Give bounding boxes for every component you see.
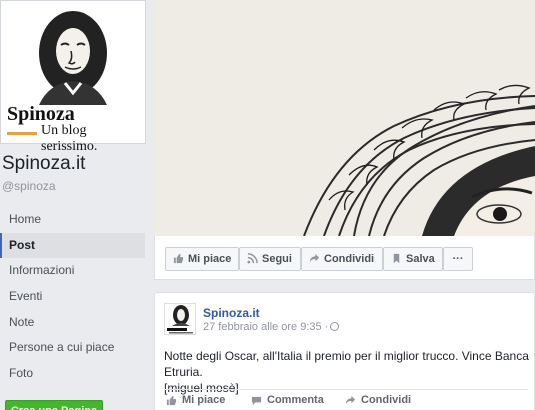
rss-icon	[247, 253, 258, 264]
post-comment-label: Commenta	[267, 394, 324, 406]
post-share-button[interactable]: Condividi	[345, 394, 411, 406]
follow-label: Segui	[262, 253, 292, 265]
more-options-button[interactable]: ···	[443, 247, 473, 271]
nav-item-likes[interactable]: Persone a cui piace	[0, 335, 145, 361]
share-page-button[interactable]: Condividi	[301, 247, 383, 271]
like-page-button[interactable]: Mi piace	[165, 247, 239, 271]
nav-item-photos[interactable]: Foto	[0, 361, 145, 387]
post-text-line: Notte degli Oscar, all'Italia il premio …	[164, 349, 529, 379]
save-button[interactable]: Salva	[383, 247, 443, 271]
post-like-label: Mi piace	[182, 394, 226, 406]
logo-tagline: Un blog serissimo.	[41, 123, 98, 154]
follow-button[interactable]: Segui	[239, 247, 301, 271]
post-like-button[interactable]: Mi piace	[166, 394, 225, 406]
post-avatar[interactable]	[164, 303, 196, 335]
thumbs-up-icon	[166, 395, 177, 406]
post-card: Spinoza.it 27 febbraio alle ore 9:35 · N…	[154, 292, 535, 410]
share-arrow-icon	[345, 395, 356, 405]
thumbs-up-icon	[173, 253, 184, 264]
share-arrow-icon	[309, 253, 320, 263]
comment-icon	[251, 396, 262, 406]
spinoza-portrait-logo	[39, 11, 107, 105]
spinoza-avatar-icon	[167, 305, 193, 334]
cover-photo[interactable]	[154, 0, 535, 236]
like-page-label: Mi piace	[188, 253, 232, 265]
share-page-label: Condividi	[324, 253, 375, 265]
page-handle[interactable]: @spinoza	[2, 179, 56, 193]
save-label: Salva	[406, 253, 435, 265]
post-author-link[interactable]: Spinoza.it	[203, 306, 260, 320]
post-timestamp[interactable]: 27 febbraio alle ore 9:35 ·	[203, 321, 328, 333]
logo-underline	[7, 132, 37, 135]
nav-item-info[interactable]: Informazioni	[0, 258, 145, 284]
post-share-label: Condividi	[361, 394, 412, 406]
page-nav: Home Post Informazioni Eventi Note Perso…	[0, 207, 145, 387]
nav-item-post[interactable]: Post	[0, 232, 145, 259]
profile-picture[interactable]: Spinoza Un blog serissimo.	[0, 0, 146, 154]
nav-item-home[interactable]: Home	[0, 207, 145, 233]
page-action-bar: Mi piace Segui Condividi Salva ···	[154, 236, 535, 280]
cover-engraving	[154, 0, 535, 236]
nav-item-events[interactable]: Eventi	[0, 284, 145, 310]
post-comment-button[interactable]: Commenta	[251, 394, 324, 406]
bookmark-icon	[393, 253, 400, 264]
nav-item-notes[interactable]: Note	[0, 310, 145, 336]
page-title[interactable]: Spinoza.it	[2, 153, 85, 175]
create-page-button[interactable]: Crea una Pagina	[5, 400, 103, 410]
post-actions: Mi piace Commenta Condividi	[164, 389, 528, 410]
globe-icon[interactable]	[330, 322, 339, 331]
